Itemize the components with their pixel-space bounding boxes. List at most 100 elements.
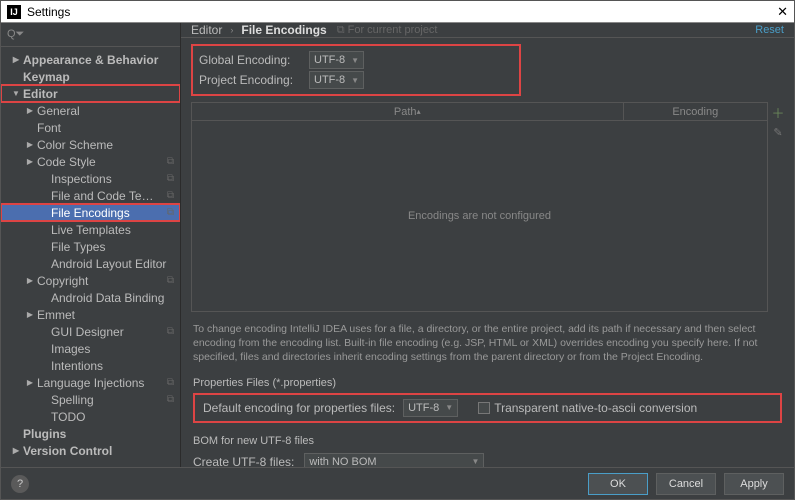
sidebar-item-label: Live Templates <box>51 223 174 237</box>
encoding-table: Path Encoding Encodings are not configur… <box>191 102 768 312</box>
chevron-right-icon: ▶ <box>25 140 35 150</box>
caret-down-icon: ▼ <box>471 457 479 466</box>
caret-down-icon: ▼ <box>445 403 453 412</box>
sidebar-item-inspections[interactable]: Inspections⧉ <box>1 170 180 187</box>
sidebar-item-images[interactable]: Images <box>1 340 180 357</box>
transparent-checkbox-group[interactable]: Transparent native-to-ascii conversion <box>478 401 697 415</box>
sidebar-item-label: Editor <box>23 87 174 101</box>
sidebar-item-live-templates[interactable]: Live Templates <box>1 221 180 238</box>
search-input[interactable]: Q⏷ <box>1 23 180 47</box>
sidebar-item-font[interactable]: Font <box>1 119 180 136</box>
path-column-header[interactable]: Path <box>192 103 624 120</box>
apply-button[interactable]: Apply <box>724 473 784 495</box>
ok-button[interactable]: OK <box>588 473 648 495</box>
add-icon[interactable]: ＋ <box>770 104 786 120</box>
sidebar-item-label: Spelling <box>51 393 163 407</box>
chevron-right-icon: ▶ <box>25 310 35 320</box>
sidebar-item-copyright[interactable]: ▶Copyright⧉ <box>1 272 180 289</box>
sidebar-item-gui-designer[interactable]: GUI Designer ⧉ <box>1 323 180 340</box>
project-encoding-combo[interactable]: UTF-8▼ <box>309 71 364 89</box>
cancel-button[interactable]: Cancel <box>656 473 716 495</box>
project-scope-icon: ⧉ <box>167 275 174 286</box>
project-encoding-label: Project Encoding: <box>199 73 309 87</box>
bom-section-label: BOM for new UTF-8 files <box>193 435 782 447</box>
arrow-spacer <box>39 344 49 354</box>
close-icon[interactable]: ✕ <box>777 4 788 20</box>
project-scope-icon: ⧉ <box>167 207 174 218</box>
chevron-right-icon: ▶ <box>25 378 35 388</box>
transparent-label: Transparent native-to-ascii conversion <box>494 401 697 415</box>
sidebar-item-plugins[interactable]: Plugins <box>1 425 180 442</box>
breadcrumb-root: Editor <box>191 23 222 37</box>
titlebar: IJ Settings ✕ <box>1 1 794 23</box>
sidebar-item-label: GUI Designer <box>51 325 163 339</box>
arrow-spacer <box>39 293 49 303</box>
sidebar-item-label: File and Code Templates <box>51 189 163 203</box>
sidebar-item-label: Android Data Binding <box>51 291 174 305</box>
sidebar-item-label: General <box>37 104 174 118</box>
sidebar-item-language-injections[interactable]: ▶Language Injections⧉ <box>1 374 180 391</box>
sidebar-item-label: File Types <box>51 240 174 254</box>
sidebar-item-code-style[interactable]: ▶Code Style⧉ <box>1 153 180 170</box>
sidebar-item-file-encodings[interactable]: File Encodings ⧉ <box>1 204 180 221</box>
global-encoding-label: Global Encoding: <box>199 53 309 67</box>
arrow-spacer <box>39 174 49 184</box>
arrow-spacer <box>39 208 49 218</box>
sidebar: Q⏷ ▶Appearance & BehaviorKeymap▼Editor▶G… <box>1 23 181 467</box>
sidebar-item-label: Font <box>37 121 174 135</box>
chevron-right-icon: › <box>230 25 233 35</box>
properties-encoding-combo[interactable]: UTF-8▼ <box>403 399 458 417</box>
sidebar-item-color-scheme[interactable]: ▶Color Scheme <box>1 136 180 153</box>
caret-down-icon: ▼ <box>351 76 359 85</box>
arrow-spacer <box>11 72 21 82</box>
edit-icon[interactable]: ✎ <box>770 124 786 140</box>
create-utf8-label: Create UTF-8 files: <box>193 455 294 467</box>
sidebar-item-spelling[interactable]: Spelling ⧉ <box>1 391 180 408</box>
bom-combo[interactable]: with NO BOM▼ <box>304 453 484 467</box>
arrow-spacer <box>39 412 49 422</box>
sidebar-item-label: Color Scheme <box>37 138 174 152</box>
sidebar-item-label: Appearance & Behavior <box>23 53 174 67</box>
sidebar-item-label: Copyright <box>37 274 163 288</box>
arrow-spacer <box>39 242 49 252</box>
arrow-spacer <box>39 225 49 235</box>
sidebar-item-general[interactable]: ▶General <box>1 102 180 119</box>
content-panel: Editor › File Encodings ⧉ For current pr… <box>181 23 794 467</box>
properties-default-label: Default encoding for properties files: <box>203 401 395 415</box>
global-encoding-combo[interactable]: UTF-8▼ <box>309 51 364 69</box>
project-scope-icon: ⧉ <box>167 156 174 167</box>
sidebar-item-keymap[interactable]: Keymap <box>1 68 180 85</box>
sidebar-item-todo[interactable]: TODO <box>1 408 180 425</box>
checkbox-icon[interactable] <box>478 402 490 414</box>
sidebar-item-file-types[interactable]: File Types <box>1 238 180 255</box>
sidebar-item-intentions[interactable]: Intentions <box>1 357 180 374</box>
sidebar-item-android-data-binding[interactable]: Android Data Binding <box>1 289 180 306</box>
project-scope-icon: ⧉ <box>167 173 174 184</box>
chevron-right-icon: ▶ <box>11 55 21 65</box>
project-scope-icon: ⧉ <box>167 394 174 405</box>
sidebar-item-appearance-behavior[interactable]: ▶Appearance & Behavior <box>1 51 180 68</box>
sidebar-item-editor[interactable]: ▼Editor <box>1 85 180 102</box>
sidebar-item-file-and-code-templates[interactable]: File and Code Templates⧉ <box>1 187 180 204</box>
encoding-settings-block: Global Encoding: UTF-8▼ Project Encoding… <box>191 44 521 96</box>
sidebar-item-emmet[interactable]: ▶Emmet <box>1 306 180 323</box>
project-scope-label: ⧉ For current project <box>337 24 438 37</box>
arrow-spacer <box>39 327 49 337</box>
sidebar-item-label: Version Control <box>23 444 174 458</box>
project-scope-icon: ⧉ <box>167 326 174 337</box>
sidebar-item-label: File Encodings <box>51 206 163 220</box>
reset-button[interactable]: Reset <box>755 24 784 36</box>
sidebar-item-label: TODO <box>51 410 174 424</box>
encoding-column-header[interactable]: Encoding <box>624 103 768 120</box>
sidebar-item-label: Intentions <box>51 359 174 373</box>
arrow-spacer <box>11 429 21 439</box>
help-button[interactable]: ? <box>11 475 29 493</box>
sidebar-item-label: Plugins <box>23 427 174 441</box>
arrow-spacer <box>39 395 49 405</box>
bom-row: Create UTF-8 files: with NO BOM▼ <box>193 453 782 467</box>
properties-files-block: Default encoding for properties files: U… <box>193 393 782 423</box>
arrow-spacer <box>39 191 49 201</box>
breadcrumb: Editor › File Encodings ⧉ For current pr… <box>181 23 794 38</box>
sidebar-item-android-layout-editor[interactable]: Android Layout Editor <box>1 255 180 272</box>
sidebar-item-version-control[interactable]: ▶Version Control <box>1 442 180 459</box>
